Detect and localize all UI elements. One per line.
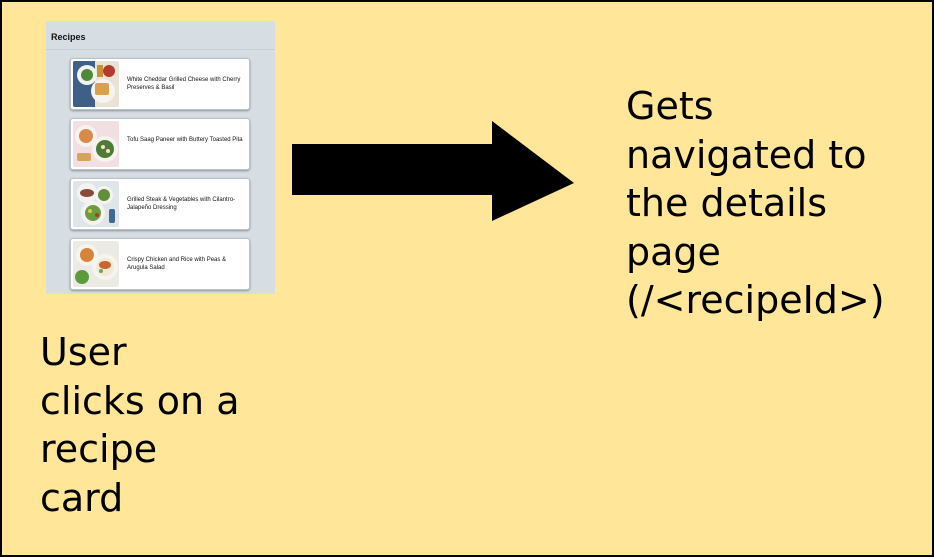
grilled-cheese-photo-icon [73, 61, 119, 107]
recipe-card-label: Crispy Chicken and Rice with Peas & Arug… [127, 257, 227, 271]
recipes-screenshot: Recipes White Cheddar Grilled Cheese wit… [46, 21, 275, 294]
steak-vegetables-photo-icon [73, 181, 119, 227]
recipe-card[interactable]: Tofu Saag Paneer with Buttery Toasted Pi… [70, 118, 250, 170]
recipe-card-label: Tofu Saag Paneer with Buttery Toasted Pi… [127, 137, 243, 143]
recipe-card-list: White Cheddar Grilled Cheese with Cherry… [70, 58, 250, 294]
recipe-card[interactable]: White Cheddar Grilled Cheese with Cherry… [70, 58, 250, 110]
recipe-card[interactable]: Grilled Steak & Vegetables with Cilantro… [70, 178, 250, 230]
recipes-title: Recipes [51, 32, 86, 42]
action-caption: User clicks on a recipe card [40, 330, 240, 520]
diagram-canvas: Recipes White Cheddar Grilled Cheese wit… [0, 0, 934, 557]
result-caption: Gets navigated to the details page (/<re… [626, 84, 885, 322]
recipe-card-label: White Cheddar Grilled Cheese with Cherry… [127, 77, 241, 91]
recipe-card-label: Grilled Steak & Vegetables with Cilantro… [127, 197, 236, 211]
chicken-rice-photo-icon [73, 241, 119, 287]
right-arrow-icon [292, 121, 574, 221]
header-divider [46, 49, 275, 50]
saag-paneer-photo-icon [73, 121, 119, 167]
recipe-card[interactable]: Crispy Chicken and Rice with Peas & Arug… [70, 238, 250, 290]
